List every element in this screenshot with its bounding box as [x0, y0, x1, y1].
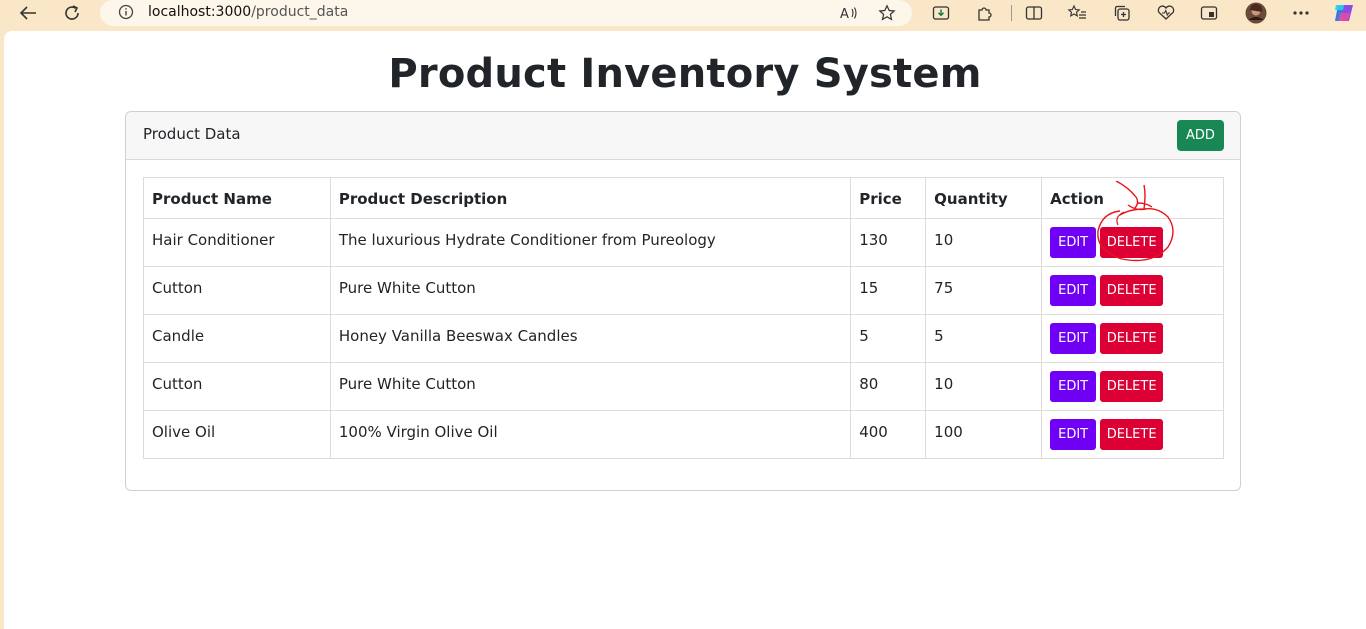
delete-button[interactable]: DELETE — [1100, 323, 1164, 354]
product-table: Product Name Product Description Price Q… — [143, 177, 1224, 459]
cell-quantity: 75 — [925, 266, 1043, 315]
site-info-icon[interactable] — [118, 4, 134, 20]
cell-quantity: 100 — [925, 410, 1043, 459]
url-path: /product_data — [251, 4, 349, 20]
account-wallet-icon[interactable] — [1198, 0, 1220, 26]
split-screen-icon[interactable] — [1023, 0, 1045, 26]
refresh-icon[interactable] — [60, 0, 84, 26]
cell-product-name: Cutton — [143, 266, 331, 315]
url-host: localhost:3000 — [148, 4, 252, 20]
table-row: Hair Conditioner The luxurious Hydrate C… — [143, 218, 1224, 267]
add-button[interactable]: ADD — [1177, 120, 1224, 151]
cell-quantity: 10 — [925, 362, 1043, 411]
download-app-icon[interactable] — [930, 0, 952, 26]
edit-button[interactable]: EDIT — [1050, 323, 1097, 354]
cell-product-name: Candle — [143, 314, 331, 363]
page-title: Product Inventory System — [388, 51, 982, 97]
cell-action: EDIT DELETE — [1041, 314, 1224, 363]
card-title: Product Data — [143, 125, 241, 143]
cell-action: EDIT DELETE — [1041, 266, 1224, 315]
table-row: Candle Honey Vanilla Beeswax Candles 5 5… — [143, 314, 1224, 363]
delete-button[interactable]: DELETE — [1100, 275, 1164, 306]
table-row: Olive Oil 100% Virgin Olive Oil 400 100 … — [143, 410, 1224, 459]
table-header-row: Product Name Product Description Price Q… — [143, 177, 1224, 219]
cell-product-name: Cutton — [143, 362, 331, 411]
copilot-icon[interactable] — [1331, 0, 1357, 26]
cell-product-description: Pure White Cutton — [329, 362, 852, 411]
cell-price: 400 — [850, 410, 927, 459]
edit-button[interactable]: EDIT — [1050, 227, 1097, 258]
column-header-product-description: Product Description — [329, 177, 852, 219]
column-header-price: Price — [850, 177, 927, 219]
column-header-action: Action — [1041, 177, 1224, 219]
cell-product-name: Hair Conditioner — [143, 218, 331, 267]
favorites-list-icon[interactable] — [1066, 0, 1088, 26]
collections-icon[interactable] — [1111, 0, 1133, 26]
cell-price: 5 — [850, 314, 927, 363]
extensions-icon[interactable] — [974, 0, 996, 26]
cell-price: 80 — [850, 362, 927, 411]
cell-action: EDIT DELETE — [1041, 218, 1224, 267]
browser-essentials-icon[interactable] — [1155, 0, 1177, 26]
edit-button[interactable]: EDIT — [1050, 371, 1097, 402]
cell-product-description: 100% Virgin Olive Oil — [329, 410, 852, 459]
svg-text:A: A — [840, 7, 849, 21]
cell-product-description: Pure White Cutton — [329, 266, 852, 315]
column-header-product-name: Product Name — [143, 177, 331, 219]
table-row: Cutton Pure White Cutton 80 10 EDIT DELET… — [143, 362, 1224, 411]
more-options-icon[interactable] — [1290, 0, 1312, 26]
read-aloud-icon[interactable]: A — [838, 0, 860, 26]
cell-quantity: 5 — [925, 314, 1043, 363]
favorite-star-icon[interactable] — [876, 0, 898, 26]
edit-button[interactable]: EDIT — [1050, 419, 1097, 450]
back-arrow-icon[interactable] — [16, 0, 40, 26]
page-viewport: Product Inventory System Product Data AD… — [4, 31, 1366, 629]
cell-quantity: 10 — [925, 218, 1043, 267]
browser-toolbar: localhost:3000/product_data A — [0, 0, 1366, 30]
toolbar-divider — [1010, 0, 1012, 26]
column-header-quantity: Quantity — [925, 177, 1043, 219]
product-data-card: Product Data ADD Product Name Product De… — [125, 111, 1241, 491]
table-row: Cutton Pure White Cutton 15 75 EDIT DELET… — [143, 266, 1224, 315]
profile-avatar[interactable] — [1244, 0, 1268, 26]
cell-product-name: Olive Oil — [143, 410, 331, 459]
delete-button[interactable]: DELETE — [1100, 419, 1164, 450]
delete-button[interactable]: DELETE — [1100, 371, 1164, 402]
card-header: Product Data ADD — [126, 112, 1240, 160]
cell-action: EDIT DELETE — [1041, 362, 1224, 411]
cell-price: 130 — [850, 218, 927, 267]
cell-price: 15 — [850, 266, 927, 315]
url-text[interactable]: localhost:3000/product_data — [148, 4, 348, 20]
delete-button[interactable]: DELETE — [1100, 227, 1164, 258]
cell-product-description: Honey Vanilla Beeswax Candles — [329, 314, 852, 363]
cell-action: EDIT DELETE — [1041, 410, 1224, 459]
edit-button[interactable]: EDIT — [1050, 275, 1097, 306]
cell-product-description: The luxurious Hydrate Conditioner from P… — [329, 218, 852, 267]
